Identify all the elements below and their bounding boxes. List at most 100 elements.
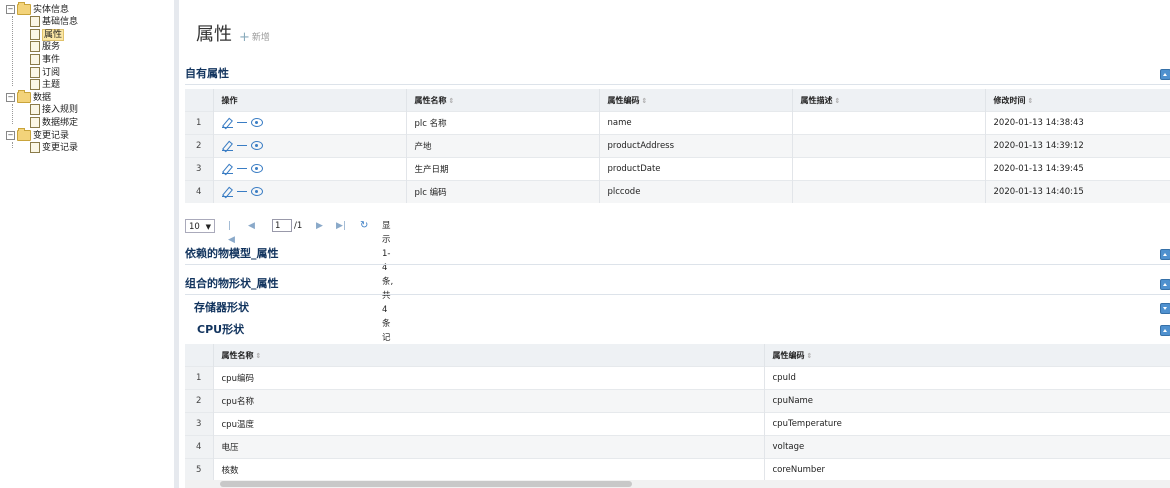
collapse-toggle-icon[interactable]: −	[6, 93, 15, 102]
plus-icon: +	[239, 30, 250, 45]
document-icon	[30, 41, 40, 52]
document-icon	[30, 104, 40, 115]
tree-node-basic-info[interactable]: 基础信息	[30, 16, 78, 28]
expand-down-icon[interactable]	[1160, 303, 1170, 314]
edit-icon[interactable]	[221, 141, 233, 151]
sort-icon[interactable]: ⇕	[449, 97, 455, 105]
column-header-code[interactable]: 属性编码 ⇕	[599, 89, 793, 112]
document-icon	[30, 117, 40, 128]
section-storage-shape: 存储器形状	[185, 300, 1170, 318]
last-page-icon[interactable]: ▶|	[336, 219, 346, 233]
row-number: 2	[185, 389, 214, 413]
document-icon	[30, 16, 40, 27]
chevron-down-icon: ▼	[205, 223, 211, 231]
row-number: 4	[185, 180, 214, 203]
table-row[interactable]: 1 plc 名称 name 2020-01-13 14:38:43	[185, 111, 1170, 135]
cell-name: cpu名称	[213, 389, 765, 413]
page-number-input[interactable]: 1	[272, 219, 292, 232]
cell-code: coreNumber	[764, 458, 1170, 481]
table-row[interactable]: 2 cpu名称 cpuName	[185, 389, 1170, 413]
cell-name: cpu编码	[213, 366, 765, 390]
cell-code: cpuTemperature	[764, 412, 1170, 436]
tree-node-data-binding[interactable]: 数据绑定	[30, 117, 78, 129]
row-number: 3	[185, 412, 214, 436]
folder-icon	[17, 128, 31, 141]
first-page-icon[interactable]: |◀	[228, 219, 235, 247]
refresh-icon[interactable]: ↻	[360, 219, 368, 233]
collapse-toggle-icon[interactable]: −	[6, 131, 15, 140]
table-row[interactable]: 4 电压 voltage	[185, 435, 1170, 459]
tree-node-attributes[interactable]: 属性	[30, 29, 65, 41]
edit-icon[interactable]	[221, 118, 233, 128]
delete-icon[interactable]	[236, 191, 247, 193]
total-pages: /1	[294, 221, 303, 231]
page-title: 属性	[196, 24, 232, 45]
tree-node-entity-info[interactable]: − 实体信息	[6, 2, 69, 16]
sort-icon[interactable]: ⇕	[807, 352, 813, 360]
cell-code: cpuName	[764, 389, 1170, 413]
horizontal-scrollbar[interactable]	[185, 480, 1170, 488]
tree-node-access-rules[interactable]: 接入规则	[30, 104, 78, 116]
row-number: 5	[185, 458, 214, 481]
collapse-up-icon[interactable]	[1160, 325, 1170, 336]
table-row[interactable]: 3 生产日期 productDate 2020-01-13 14:39:45	[185, 157, 1170, 181]
view-icon[interactable]	[250, 187, 263, 197]
scrollbar-thumb[interactable]	[220, 481, 632, 487]
sort-icon[interactable]: ⇕	[1028, 97, 1034, 105]
collapse-up-icon[interactable]	[1160, 249, 1170, 260]
column-header-description[interactable]: 属性描述 ⇕	[792, 89, 986, 112]
tree-node-data[interactable]: − 数据	[6, 90, 51, 104]
section-combined-shape-attributes: 组合的物形状_属性	[185, 276, 1170, 295]
table-row[interactable]: 2 产地 productAddress 2020-01-13 14:39:12	[185, 134, 1170, 158]
view-icon[interactable]	[250, 118, 263, 128]
tree-node-topics[interactable]: 主题	[30, 79, 60, 91]
sort-icon[interactable]: ⇕	[642, 97, 648, 105]
table-header-row: 操作 属性名称 ⇕ 属性编码 ⇕ 属性描述 ⇕ 修改时间 ⇕	[185, 89, 1170, 112]
row-number: 1	[185, 111, 214, 135]
cell-modified-time: 2020-01-13 14:40:15	[985, 180, 1170, 203]
column-header-code[interactable]: 属性编码 ⇕	[764, 344, 1170, 367]
table-row[interactable]: 5 核数 coreNumber	[185, 458, 1170, 481]
collapse-up-icon[interactable]	[1160, 279, 1170, 290]
delete-icon[interactable]	[236, 168, 247, 170]
tree-node-subscriptions[interactable]: 订阅	[30, 67, 60, 79]
document-icon	[30, 29, 40, 40]
tree-node-services[interactable]: 服务	[30, 41, 60, 53]
view-icon[interactable]	[250, 141, 263, 151]
next-page-icon[interactable]: ▶	[316, 219, 323, 233]
tree-node-change-log-folder[interactable]: − 变更记录	[6, 128, 69, 142]
folder-icon	[17, 2, 31, 15]
row-number-header	[185, 344, 214, 367]
tree-node-events[interactable]: 事件	[30, 54, 60, 66]
main-panel: 属性 + 新增 自有属性 操作 属性名称 ⇕ 属性编码 ⇕ 属性描述 ⇕ 修改时间 ⇕ 1…	[179, 0, 1170, 488]
cell-modified-time: 2020-01-13 14:39:45	[985, 157, 1170, 181]
table-row[interactable]: 4 plc 编码 plccode 2020-01-13 14:40:15	[185, 180, 1170, 203]
cell-name: 电压	[213, 435, 765, 459]
cell-modified-time: 2020-01-13 14:38:43	[985, 111, 1170, 135]
add-button[interactable]: + 新增	[239, 30, 270, 45]
collapse-toggle-icon[interactable]: −	[6, 5, 15, 14]
delete-icon[interactable]	[236, 145, 247, 147]
cpu-attributes-table: 属性名称 ⇕ 属性编码 ⇕ 1 cpu编码 cpuId 2 cpu名称 cpuNam…	[185, 344, 1170, 481]
column-header-name[interactable]: 属性名称 ⇕	[213, 344, 765, 367]
page-size-select[interactable]: 10 ▼	[185, 219, 215, 233]
sort-icon[interactable]: ⇕	[835, 97, 841, 105]
delete-icon[interactable]	[236, 122, 247, 124]
table-row[interactable]: 3 cpu温度 cpuTemperature	[185, 412, 1170, 436]
edit-icon[interactable]	[221, 164, 233, 174]
cell-code: name	[599, 111, 793, 135]
edit-icon[interactable]	[221, 187, 233, 197]
table-row[interactable]: 1 cpu编码 cpuId	[185, 366, 1170, 390]
folder-icon	[17, 90, 31, 103]
cell-code: voltage	[764, 435, 1170, 459]
tree-node-change-log[interactable]: 变更记录	[30, 142, 78, 154]
document-icon	[30, 54, 40, 65]
column-header-name[interactable]: 属性名称 ⇕	[406, 89, 600, 112]
column-header-modified-time[interactable]: 修改时间 ⇕	[985, 89, 1170, 112]
sort-icon[interactable]: ⇕	[256, 352, 262, 360]
collapse-up-icon[interactable]	[1160, 69, 1170, 80]
cell-code: productDate	[599, 157, 793, 181]
view-icon[interactable]	[250, 164, 263, 174]
prev-page-icon[interactable]: ◀	[248, 219, 255, 233]
cell-description	[792, 134, 986, 158]
